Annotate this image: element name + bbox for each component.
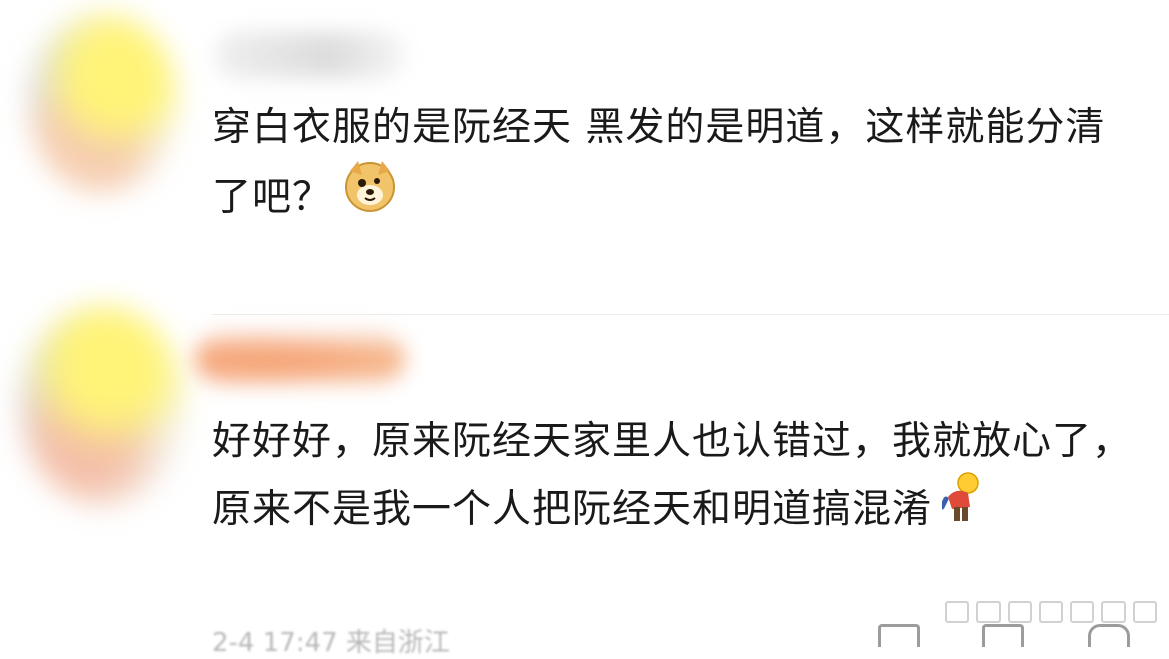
avatar[interactable] [28, 12, 178, 192]
share-icon[interactable] [878, 624, 920, 647]
comment-text-content: 好好好，原来阮经天家里人也认错过，我就放心了，原来不是我一个人把阮经天和明道搞混… [212, 419, 1133, 532]
comment-text: 好好好，原来阮经天家里人也认错过，我就放心了，原来不是我一个人把阮经天和明道搞混… [212, 408, 1142, 548]
comment-icon[interactable] [982, 624, 1024, 647]
bowing-person-emoji-icon [939, 471, 986, 544]
thumb-icon [1101, 601, 1126, 623]
username-blurred[interactable] [195, 330, 405, 386]
image-strip-hint [945, 600, 1157, 624]
thumb-icon [945, 601, 970, 623]
avatar[interactable] [20, 305, 185, 505]
doge-emoji-icon [342, 157, 398, 234]
comment-text: 穿白衣服的是阮经天 黑发的是明道，这样就能分清了吧？ [212, 94, 1142, 238]
thumb-icon [976, 601, 1001, 623]
username-blurred[interactable] [215, 32, 405, 78]
thumb-icon [1070, 601, 1095, 623]
thumb-icon [1132, 601, 1157, 623]
like-icon[interactable] [1088, 624, 1130, 647]
comment-meta: 2-4 17:47 来自浙江 [212, 628, 450, 658]
comment-divider [212, 314, 1169, 315]
thumb-icon [1038, 601, 1064, 623]
thumb-icon [1007, 601, 1032, 623]
